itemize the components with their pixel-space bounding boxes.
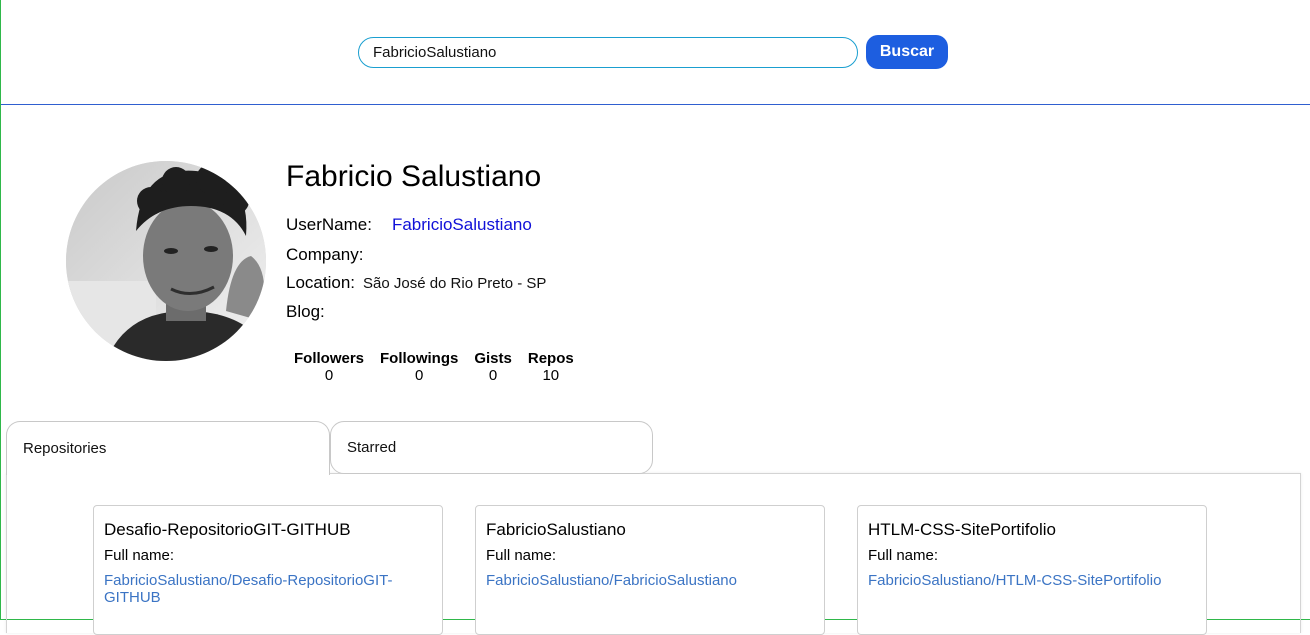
stat-value: 0 <box>415 367 424 384</box>
profile-stats: Followers 0 Followings 0 Gists 0 Repos 1… <box>294 350 574 384</box>
repo-fullname-link[interactable]: FabricioSalustiano/Desafio-RepositorioGI… <box>104 572 424 606</box>
company-label: Company: <box>286 245 364 264</box>
company-row: Company: <box>286 245 371 265</box>
username-label: UserName: <box>286 215 372 234</box>
repo-name: FabricioSalustiano <box>486 520 626 539</box>
avatar <box>66 161 266 361</box>
stat-label: Followers <box>294 350 365 367</box>
stat-label: Gists <box>474 350 512 367</box>
stat-value: 10 <box>542 367 560 384</box>
tab-label: Starred <box>347 439 397 456</box>
repo-fullname-link[interactable]: FabricioSalustiano/FabricioSalustiano <box>486 572 806 589</box>
username-link[interactable]: FabricioSalustiano <box>392 215 532 235</box>
avatar-photo <box>66 161 266 361</box>
blog-label: Blog: <box>286 302 325 321</box>
tab-label: Repositories <box>23 440 107 457</box>
stat-followings: Followings 0 <box>380 350 458 384</box>
location-row: Location: São José do Rio Preto - SP <box>286 273 546 293</box>
search-input[interactable] <box>358 37 858 68</box>
repo-fullname-link[interactable]: FabricioSalustiano/HTLM-CSS-SitePortifol… <box>868 572 1188 589</box>
repo-card: FabricioSalustiano Full name: FabricioSa… <box>475 505 825 635</box>
repo-card: Desafio-RepositorioGIT-GITHUB Full name:… <box>93 505 443 635</box>
repo-fullname-label: Full name: <box>104 547 175 564</box>
location-label: Location: <box>286 273 355 292</box>
tab-repositories[interactable]: Repositories <box>6 421 330 475</box>
stat-value: 0 <box>488 367 498 384</box>
app-frame: Buscar <box>0 0 1310 635</box>
repo-fullname-label: Full name: <box>486 547 557 564</box>
stat-label: Followings <box>380 350 459 367</box>
stat-gists: Gists 0 <box>474 350 512 384</box>
repo-name: HTLM-CSS-SitePortifolio <box>868 520 1056 539</box>
stat-value: 0 <box>324 367 334 384</box>
search-header: Buscar <box>1 0 1310 105</box>
repo-card: HTLM-CSS-SitePortifolio Full name: Fabri… <box>857 505 1207 635</box>
blog-row: Blog: <box>286 302 333 322</box>
repo-name: Desafio-RepositorioGIT-GITHUB <box>104 520 351 539</box>
tab-starred[interactable]: Starred <box>330 421 653 474</box>
username-row: UserName: FabricioSalustiano <box>286 215 532 235</box>
repo-fullname-label: Full name: <box>868 547 939 564</box>
search-button[interactable]: Buscar <box>866 35 948 69</box>
stat-repos: Repos 10 <box>528 350 574 384</box>
stat-followers: Followers 0 <box>294 350 364 384</box>
profile-name: Fabricio Salustiano <box>286 160 542 193</box>
stat-label: Repos <box>527 350 574 367</box>
location-value: São José do Rio Preto - SP <box>363 275 547 292</box>
